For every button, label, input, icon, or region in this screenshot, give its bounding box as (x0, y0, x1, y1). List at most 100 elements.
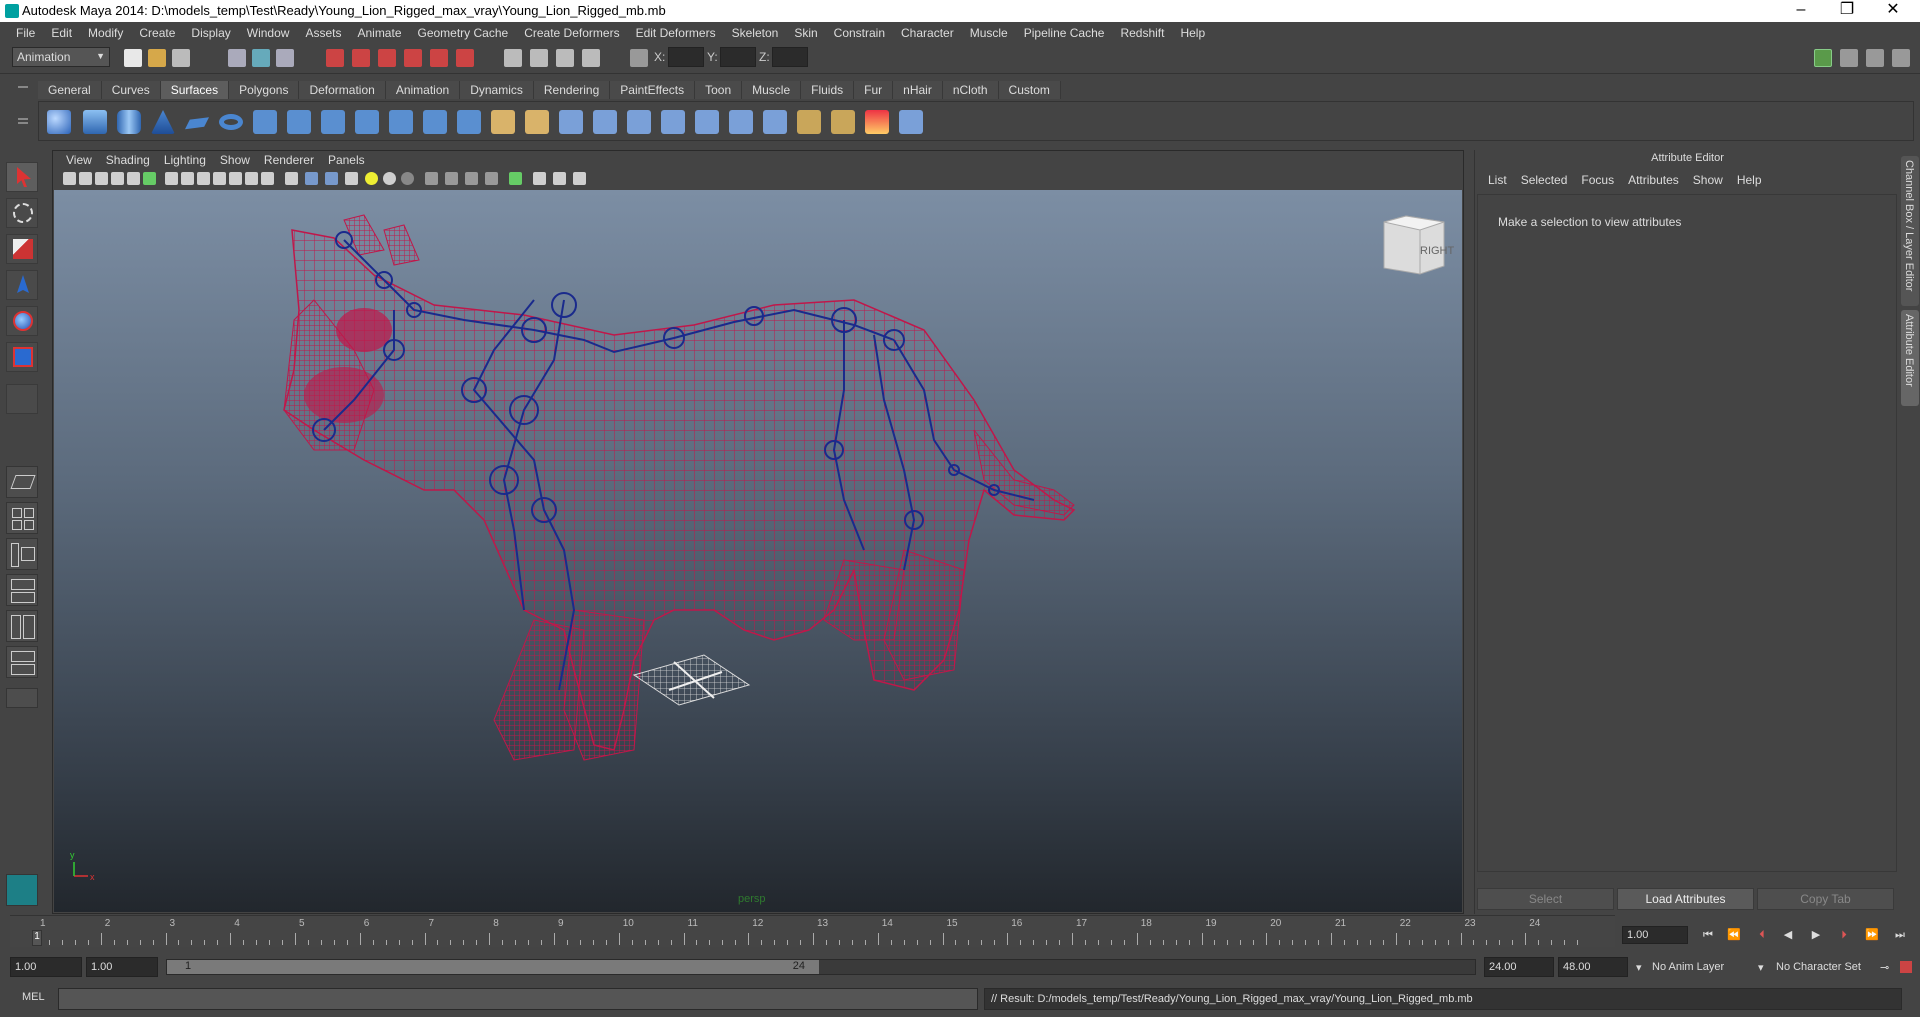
nurbs-cube-icon[interactable] (83, 110, 107, 134)
attach-surfaces-icon[interactable] (695, 110, 719, 134)
nurbs-cone-icon[interactable] (151, 110, 175, 134)
isolate-select-icon[interactable] (425, 172, 438, 185)
gate-mask-icon[interactable] (181, 172, 194, 185)
intersect-icon[interactable] (593, 110, 617, 134)
select-button[interactable]: Select (1477, 888, 1614, 910)
render-settings-icon[interactable] (582, 49, 600, 67)
shelf-tab[interactable]: Deformation (299, 81, 386, 99)
menu-item[interactable]: Skin (786, 26, 825, 40)
snap-view-plane-icon[interactable] (404, 49, 422, 67)
outliner-persp-layout-icon[interactable] (6, 538, 38, 570)
playback-end-field[interactable]: 24.00 (1484, 957, 1554, 977)
menu-item[interactable]: Modify (80, 26, 131, 40)
menu-item[interactable]: Geometry Cache (410, 26, 517, 40)
load-attributes-button[interactable]: Load Attributes (1617, 888, 1754, 910)
bevel-icon[interactable] (491, 110, 515, 134)
play-forwards-icon[interactable]: ▶ (1806, 928, 1826, 942)
revolve-icon[interactable] (253, 110, 277, 134)
menu-set-dropdown[interactable]: Animation ▼ (12, 47, 110, 67)
step-forward-key-icon[interactable]: ⏩ (1862, 928, 1882, 942)
motion-blur-icon[interactable] (533, 172, 546, 185)
multisample-icon[interactable] (553, 172, 566, 185)
depth-of-field-icon[interactable] (573, 172, 586, 185)
grease-pencil-icon[interactable] (245, 172, 258, 185)
toggle-sidebar-icon[interactable] (1814, 49, 1832, 67)
trim-tool-icon[interactable] (627, 110, 651, 134)
last-tool[interactable] (6, 384, 38, 414)
tool-settings-icon[interactable] (1840, 49, 1858, 67)
shelf-tab[interactable]: Rendering (533, 81, 611, 99)
menu-item[interactable]: Edit (43, 26, 80, 40)
layout-options-icon[interactable] (6, 688, 38, 708)
screen-space-ao-icon[interactable] (509, 172, 522, 185)
perspective-view[interactable]: RIGHT x y persp (54, 190, 1462, 912)
graph-editor-layout-icon[interactable] (6, 646, 38, 678)
insert-isoparm-icon[interactable] (763, 110, 787, 134)
extrude-icon[interactable] (355, 110, 379, 134)
animation-prefs-icon[interactable] (1900, 961, 1912, 973)
menu-item[interactable]: File (8, 26, 43, 40)
menu-item[interactable]: Skeleton (724, 26, 787, 40)
new-scene-icon[interactable] (124, 49, 142, 67)
loft-icon[interactable] (287, 110, 311, 134)
menu-item[interactable]: Assets (297, 26, 349, 40)
birail-icon[interactable] (389, 110, 413, 134)
resolution-gate-icon[interactable] (165, 172, 178, 185)
attribute-menu-item[interactable]: Attributes (1621, 173, 1686, 187)
character-set-dropdown[interactable]: No Character Set (1776, 961, 1861, 973)
ipr-render-icon[interactable] (556, 49, 574, 67)
planar-icon[interactable] (321, 110, 345, 134)
make-live-icon[interactable] (430, 49, 448, 67)
copy-tab-button[interactable]: Copy Tab (1757, 888, 1894, 910)
start-time-field[interactable]: 1.00 (10, 957, 82, 977)
shelf-tab[interactable]: Dynamics (460, 81, 534, 99)
step-back-key-icon[interactable]: ⏪ (1724, 928, 1744, 942)
four-view-layout-icon[interactable] (6, 502, 38, 534)
hud-icon[interactable] (261, 172, 274, 185)
construction-history-icon[interactable] (456, 49, 474, 67)
menu-item[interactable]: Edit Deformers (628, 26, 724, 40)
current-frame-field[interactable]: 1.00 (1622, 926, 1688, 944)
shelf-tab[interactable]: Muscle (742, 81, 802, 99)
range-slider-handle[interactable]: 1 24 (167, 960, 819, 974)
shelf-tab[interactable]: Surfaces (160, 81, 230, 99)
sculpt-tool-icon[interactable] (797, 110, 821, 134)
viewport-menu-item[interactable]: Lighting (157, 153, 213, 167)
attribute-menu-item[interactable]: List (1481, 173, 1514, 187)
safe-title-icon[interactable] (229, 172, 242, 185)
step-back-frame-icon[interactable]: ⏴ (1752, 928, 1772, 942)
go-to-end-icon[interactable]: ⏭ (1890, 928, 1910, 942)
menu-item[interactable]: Animate (349, 26, 409, 40)
menu-item[interactable]: Display (183, 26, 238, 40)
time-slider[interactable]: 1 2 3 4 5 6 7 8 9 10 11 12 13 14 15 16 17 18 19 20 21 22 23 24 1 (10, 915, 1615, 947)
image-plane-icon[interactable] (111, 172, 124, 185)
shelf-tab[interactable]: General (38, 81, 102, 99)
rebuild-icon[interactable] (899, 110, 923, 134)
nurbs-plane-icon[interactable] (185, 117, 209, 130)
go-to-start-icon[interactable]: ⏮ (1698, 928, 1718, 942)
xray-joints-icon[interactable] (465, 172, 478, 185)
bevel-plus-icon[interactable] (525, 110, 549, 134)
textured-icon[interactable] (345, 172, 358, 185)
snap-curve-icon[interactable] (352, 49, 370, 67)
film-gate-icon[interactable] (143, 172, 156, 185)
save-scene-icon[interactable] (172, 49, 190, 67)
shelf-tab[interactable]: nHair (893, 81, 943, 99)
attribute-menu-item[interactable]: Show (1686, 173, 1730, 187)
playback-start-field[interactable]: 1.00 (86, 957, 158, 977)
use-all-lights-icon[interactable] (365, 172, 378, 185)
menu-item[interactable]: Create (131, 26, 183, 40)
attribute-menu-item[interactable]: Help (1730, 173, 1769, 187)
render-view-icon[interactable] (504, 49, 522, 67)
move-tool[interactable] (6, 270, 38, 300)
viewport-menu-item[interactable]: View (59, 153, 99, 167)
shelf-tab[interactable]: Custom (998, 81, 1061, 99)
attribute-editor-tab[interactable]: Attribute Editor (1901, 310, 1919, 406)
end-time-field[interactable]: 48.00 (1558, 957, 1628, 977)
key-icon[interactable]: ⊸ (1880, 961, 1889, 974)
snap-point-icon[interactable] (378, 49, 396, 67)
select-hierarchy-icon[interactable] (228, 49, 246, 67)
viewport-menu-item[interactable]: Renderer (257, 153, 321, 167)
grid-icon[interactable] (127, 172, 140, 185)
menu-item[interactable]: Window (239, 26, 298, 40)
